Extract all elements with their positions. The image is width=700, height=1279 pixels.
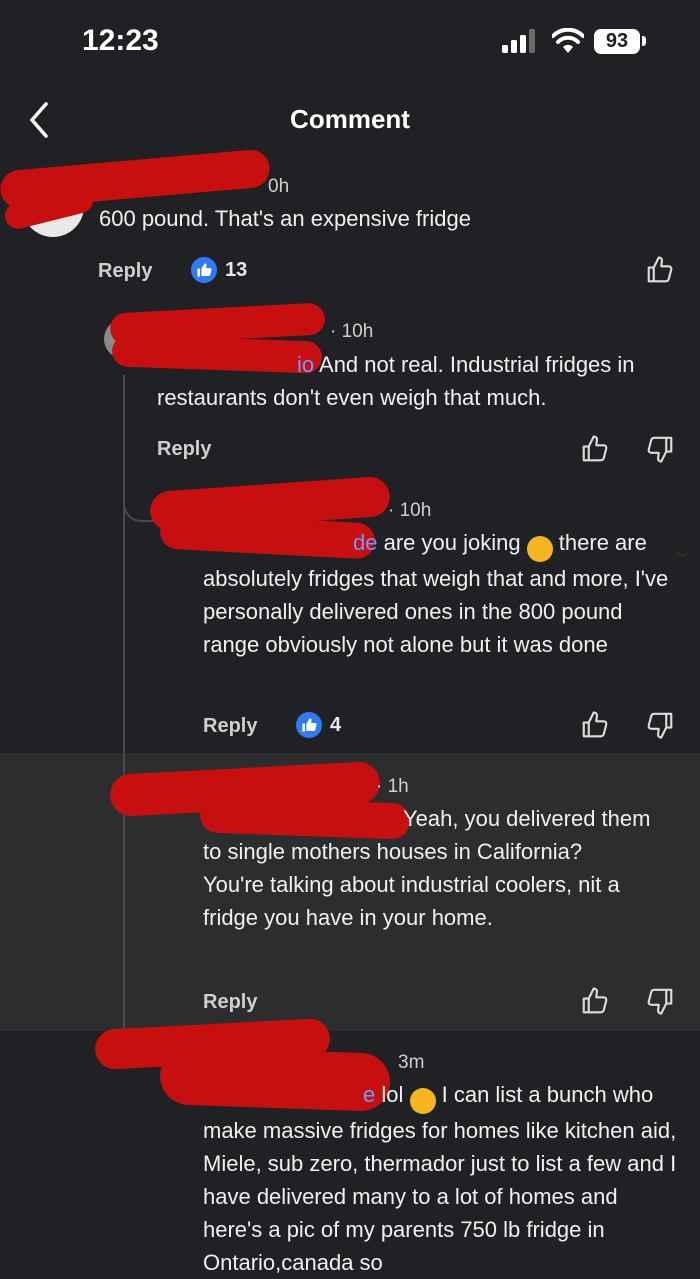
thumbs-up-icon[interactable] [645, 255, 675, 285]
like-count: 4 [296, 712, 341, 738]
like-count-value: 4 [330, 713, 342, 736]
like-badge-icon [296, 712, 322, 738]
reply-button[interactable]: Reply [98, 260, 152, 283]
reply-button[interactable]: Reply [203, 715, 257, 738]
comment-time: 0h [268, 176, 290, 197]
comment-time: · 10h [330, 321, 374, 342]
comment-text-body: And not real. Industrial fridges in rest… [157, 352, 635, 410]
comment-text: e lol ◠ I can list a bunch who make mass… [203, 1082, 677, 1275]
thumbs-down-icon[interactable] [645, 434, 675, 464]
mention[interactable]: e [363, 1082, 375, 1107]
comment-text: 600 pound. That's an expensive fridge [99, 206, 471, 231]
thumbs-up-icon[interactable] [580, 710, 610, 740]
thread-line [123, 375, 125, 1030]
comment-text: io And not real. Industrial fridges in r… [157, 348, 677, 414]
upside-down-face-emoji: ◡ [526, 536, 689, 562]
comment-time: · 10h [388, 500, 432, 521]
comment-text: Yeah, you delivered them to single mothe… [203, 806, 651, 930]
reply-button[interactable]: Reply [157, 438, 211, 461]
tears-of-joy-emoji: ◠ [409, 1088, 582, 1114]
comment-time: · 1h [376, 776, 409, 797]
comment-text: de are you joking ◡ there are absolutely… [203, 530, 689, 657]
mention[interactable]: de [353, 530, 377, 555]
wifi-icon [552, 28, 584, 53]
thumbs-up-icon[interactable] [580, 986, 610, 1016]
battery-tip [642, 36, 646, 46]
like-count-value: 13 [225, 258, 248, 281]
like-count: 13 [191, 257, 247, 283]
comment-time: 3m [398, 1052, 425, 1073]
status-time: 12:23 [82, 24, 159, 57]
thumbs-up-icon[interactable] [580, 434, 610, 464]
reply-button[interactable]: Reply [203, 991, 257, 1014]
thumbs-down-icon[interactable] [645, 710, 675, 740]
cellular-signal-icon [502, 29, 535, 53]
like-badge-icon [191, 257, 217, 283]
mention[interactable]: io [297, 352, 314, 377]
page-title: Comment [290, 104, 410, 134]
thumbs-down-icon[interactable] [645, 986, 675, 1016]
status-bar: 12:23 93 [0, 0, 700, 80]
battery-indicator: 93 [594, 29, 640, 54]
